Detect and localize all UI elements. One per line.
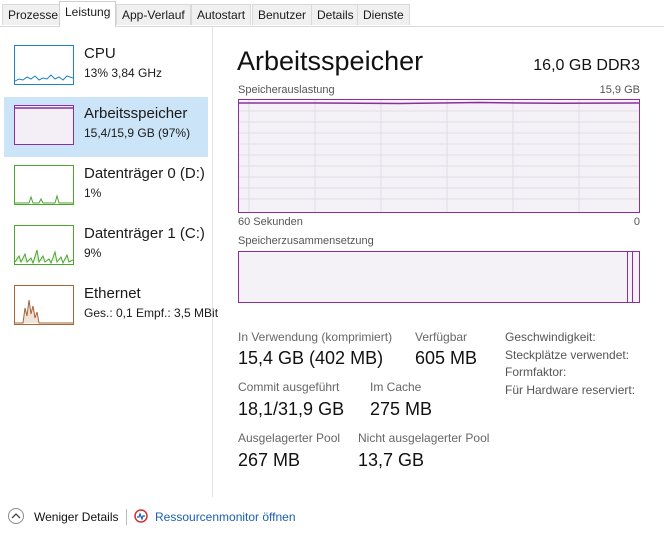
usage-chart-label: Speicherauslastung bbox=[238, 84, 335, 96]
memory-spec: 16,0 GB DDR3 bbox=[533, 57, 640, 74]
fewer-details-button[interactable]: Weniger Details bbox=[34, 510, 118, 524]
tab-leistung[interactable]: Leistung bbox=[59, 1, 117, 27]
nonpaged-pool-value: 13,7 GB bbox=[358, 450, 425, 470]
available-value: 605 MB bbox=[415, 348, 478, 368]
memory-usage-chart bbox=[238, 99, 640, 213]
form-factor-label: Formfaktor: bbox=[505, 365, 567, 379]
chevron-up-icon[interactable] bbox=[8, 508, 24, 524]
sidebar-item-label: Arbeitsspeicher bbox=[84, 105, 188, 122]
network-graph-icon bbox=[14, 285, 74, 325]
slots-used-label: Steckplätze verwendet: bbox=[505, 348, 630, 362]
commit-value: 18,1/31,9 GB bbox=[238, 399, 345, 419]
memory-composition-bar bbox=[238, 251, 640, 303]
sidebar-item-value: 13% 3,84 GHz bbox=[84, 66, 163, 80]
sidebar-item-value: 15,4/15,9 GB (97%) bbox=[84, 126, 191, 140]
composition-segment-modified bbox=[627, 252, 628, 302]
page-title: Arbeitsspeicher bbox=[237, 46, 424, 76]
footer-bar: Weniger Details Ressourcenmonitor öffnen bbox=[0, 500, 664, 541]
memory-usage-graph bbox=[239, 100, 639, 212]
sidebar-item-value: 1% bbox=[84, 186, 102, 200]
memory-usage-line bbox=[239, 101, 639, 105]
cpu-graph-icon bbox=[14, 45, 74, 85]
tab-autostart[interactable]: Autostart bbox=[191, 4, 252, 25]
available-label: Verfügbar bbox=[415, 330, 468, 344]
composition-segment-standby bbox=[632, 252, 633, 302]
sidebar-item-cpu[interactable]: CPU 13% 3,84 GHz bbox=[4, 37, 208, 97]
cache-value: 275 MB bbox=[370, 399, 433, 419]
commit-label: Commit ausgeführt bbox=[238, 380, 340, 394]
sidebar-item-label: Datenträger 1 (C:) bbox=[84, 225, 205, 242]
sidebar-item-label: CPU bbox=[84, 45, 116, 62]
memory-graph-icon bbox=[14, 105, 74, 145]
time-axis-start: 60 Sekunden bbox=[238, 216, 303, 228]
tab-details[interactable]: Details bbox=[311, 4, 360, 25]
sidebar-item-label: Datenträger 0 (D:) bbox=[84, 165, 205, 182]
sidebar-item-memory[interactable]: Arbeitsspeicher 15,4/15,9 GB (97%) bbox=[4, 97, 208, 157]
hardware-reserved-label: Für Hardware reserviert: bbox=[505, 383, 636, 397]
resource-monitor-icon[interactable] bbox=[134, 508, 150, 524]
nonpaged-pool-label: Nicht ausgelagerter Pool bbox=[358, 431, 490, 445]
sidebar-item-ethernet[interactable]: Ethernet Ges.: 0,1 Empf.: 3,5 MBit bbox=[4, 277, 218, 337]
performance-sidebar: CPU 13% 3,84 GHz Arbeitsspeicher 15,4/15… bbox=[0, 27, 218, 497]
sidebar-item-value: 9% bbox=[84, 246, 102, 260]
sidebar-item-disk-0[interactable]: Datenträger 0 (D:) 1% bbox=[4, 157, 208, 217]
speed-label: Geschwindigkeit: bbox=[505, 330, 596, 344]
tab-dienste[interactable]: Dienste bbox=[357, 4, 410, 25]
paged-pool-label: Ausgelagerter Pool bbox=[238, 431, 341, 445]
in-use-label: In Verwendung (komprimiert) bbox=[238, 330, 393, 344]
paged-pool-value: 267 MB bbox=[238, 450, 301, 470]
tab-benutzer[interactable]: Benutzer bbox=[252, 4, 313, 25]
tab-app-verlauf[interactable]: App-Verlauf bbox=[116, 4, 191, 25]
disk-graph-icon bbox=[14, 225, 74, 265]
usage-chart-max: 15,9 GB bbox=[599, 84, 640, 96]
sidebar-item-disk-1[interactable]: Datenträger 1 (C:) 9% bbox=[4, 217, 208, 277]
footer-divider bbox=[126, 509, 127, 525]
composition-label: Speicherzusammensetzung bbox=[238, 235, 374, 247]
tab-prozesse[interactable]: Prozesse bbox=[2, 4, 65, 25]
disk-graph-icon bbox=[14, 165, 74, 205]
time-axis-end: 0 bbox=[633, 216, 640, 228]
open-resource-monitor-link[interactable]: Ressourcenmonitor öffnen bbox=[155, 510, 296, 524]
sidebar-item-label: Ethernet bbox=[84, 285, 141, 302]
sidebar-item-value: Ges.: 0,1 Empf.: 3,5 MBit bbox=[84, 306, 219, 320]
in-use-value: 15,4 GB (402 MB) bbox=[238, 348, 384, 368]
cache-label: Im Cache bbox=[370, 380, 422, 394]
tab-bar: Prozesse Leistung App-Verlauf Autostart … bbox=[0, 0, 664, 27]
